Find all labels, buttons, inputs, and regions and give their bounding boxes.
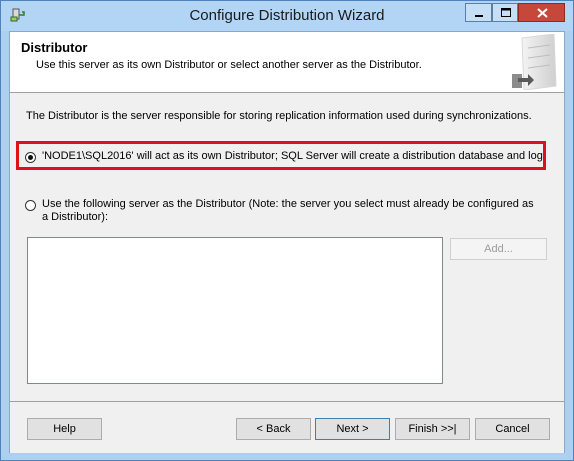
close-icon bbox=[537, 8, 548, 18]
help-button[interactable]: Help bbox=[27, 418, 102, 440]
minimize-button[interactable] bbox=[465, 3, 492, 22]
page-title: Distributor bbox=[21, 40, 88, 55]
distributor-description: The Distributor is the server responsibl… bbox=[26, 110, 532, 122]
minimize-icon bbox=[475, 15, 483, 17]
page-subtitle: Use this server as its own Distributor o… bbox=[36, 59, 422, 71]
distributor-server-list[interactable] bbox=[27, 237, 443, 384]
wizard-client-area: Distributor Use this server as its own D… bbox=[9, 31, 565, 453]
wizard-window: Configure Distribution Wizard Distributo… bbox=[0, 0, 574, 461]
radio-own-distributor-label[interactable]: 'NODE1\SQL2016' will act as its own Dist… bbox=[42, 150, 543, 162]
next-button[interactable]: Next > bbox=[315, 418, 390, 440]
add-server-button[interactable]: Add... bbox=[450, 238, 547, 260]
radio-other-distributor-label[interactable]: Use the following server as the Distribu… bbox=[42, 198, 542, 224]
close-button[interactable] bbox=[518, 3, 565, 22]
maximize-icon bbox=[501, 8, 511, 17]
maximize-button[interactable] bbox=[492, 3, 518, 22]
wizard-page-header: Distributor Use this server as its own D… bbox=[10, 32, 564, 93]
title-bar[interactable]: Configure Distribution Wizard bbox=[1, 1, 573, 31]
cancel-button[interactable]: Cancel bbox=[475, 418, 550, 440]
back-button[interactable]: < Back bbox=[236, 418, 311, 440]
server-graphic-icon bbox=[512, 34, 557, 90]
radio-other-distributor[interactable] bbox=[25, 200, 36, 211]
finish-button[interactable]: Finish >>| bbox=[395, 418, 470, 440]
radio-own-distributor[interactable] bbox=[25, 152, 36, 163]
